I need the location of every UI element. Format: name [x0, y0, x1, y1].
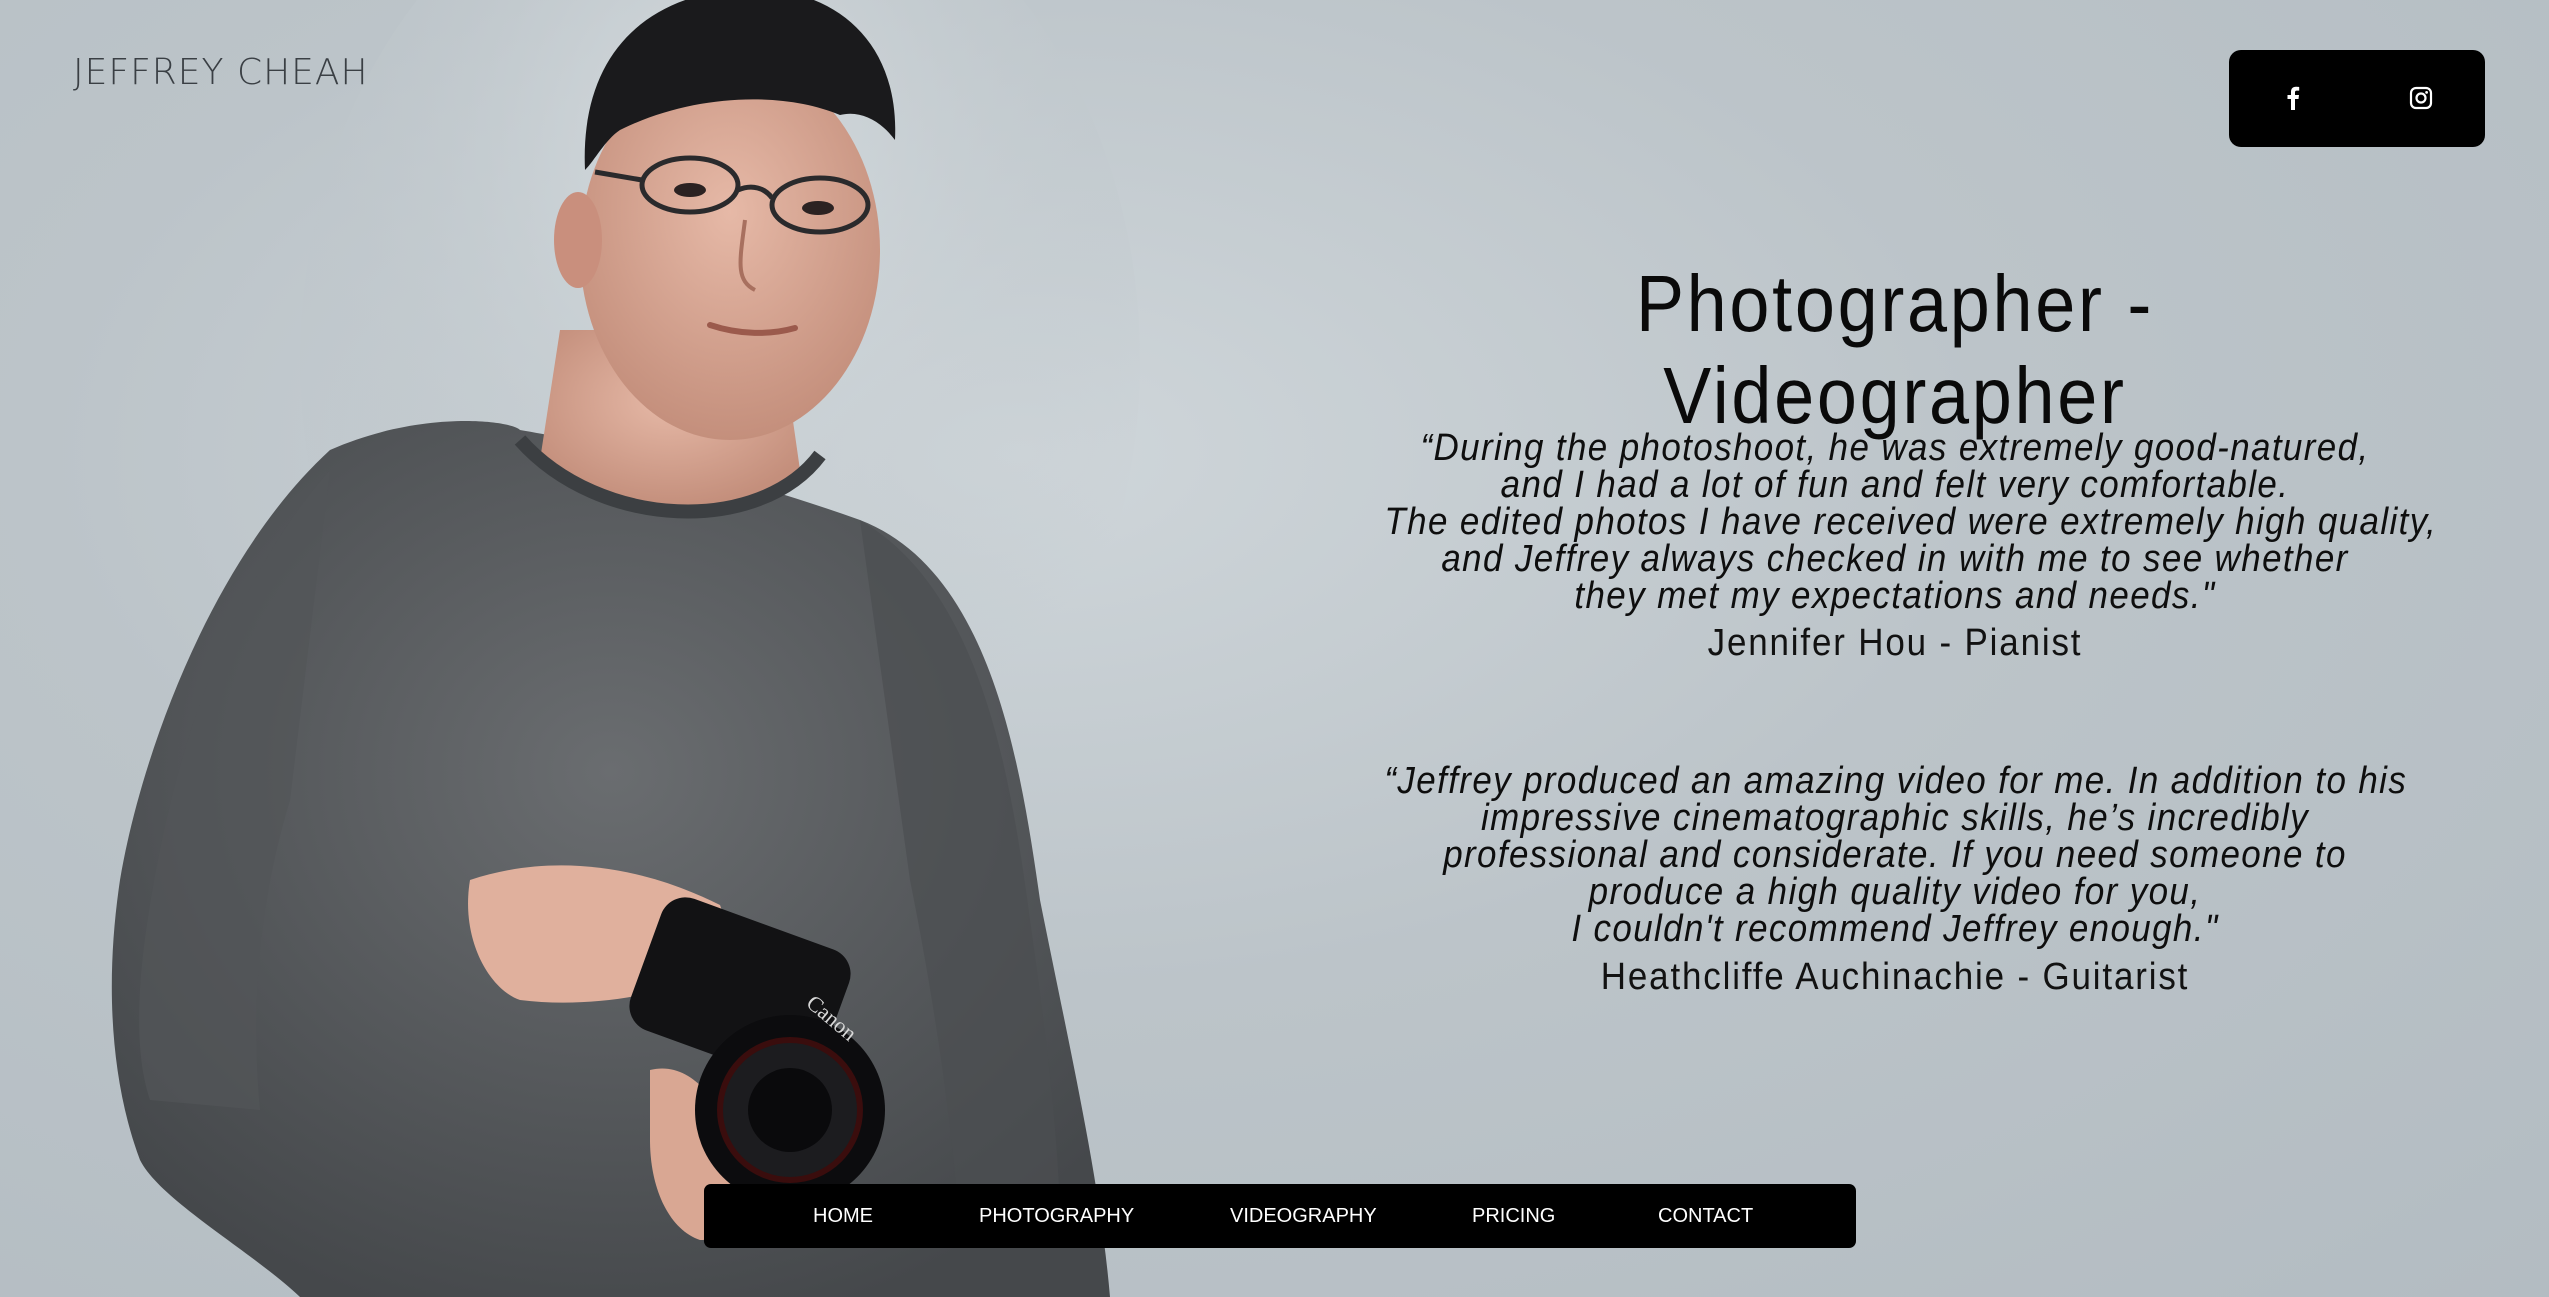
testimonial-author: Jennifer Hou - Pianist	[1707, 622, 2083, 664]
testimonial-quote: “During the photoshoot, he was extremely…	[1384, 427, 2438, 617]
testimonial-author: Heathcliffe Auchinachie - Guitarist	[1600, 956, 2190, 998]
nav-home[interactable]: HOME	[813, 1205, 873, 1228]
nav-photography[interactable]: PHOTOGRAPHY	[979, 1205, 1134, 1228]
facebook-icon[interactable]	[2278, 83, 2308, 113]
page-headline: Photographer - Videographer	[1635, 259, 2155, 440]
main-nav-bar: HOME PHOTOGRAPHY VIDEOGRAPHY PRICING CON…	[704, 1184, 1856, 1248]
portrait-photo: Canon	[111, 0, 1140, 1297]
social-links-box	[2229, 50, 2485, 147]
nav-pricing[interactable]: PRICING	[1472, 1205, 1555, 1228]
instagram-icon[interactable]	[2406, 83, 2436, 113]
testimonial-quote: “Jeffrey produced an amazing video for m…	[1384, 760, 2408, 950]
nav-contact[interactable]: CONTACT	[1658, 1205, 1753, 1228]
site-logo[interactable]: JEFFREY CHEAH	[73, 52, 369, 93]
nav-videography[interactable]: VIDEOGRAPHY	[1230, 1205, 1377, 1228]
